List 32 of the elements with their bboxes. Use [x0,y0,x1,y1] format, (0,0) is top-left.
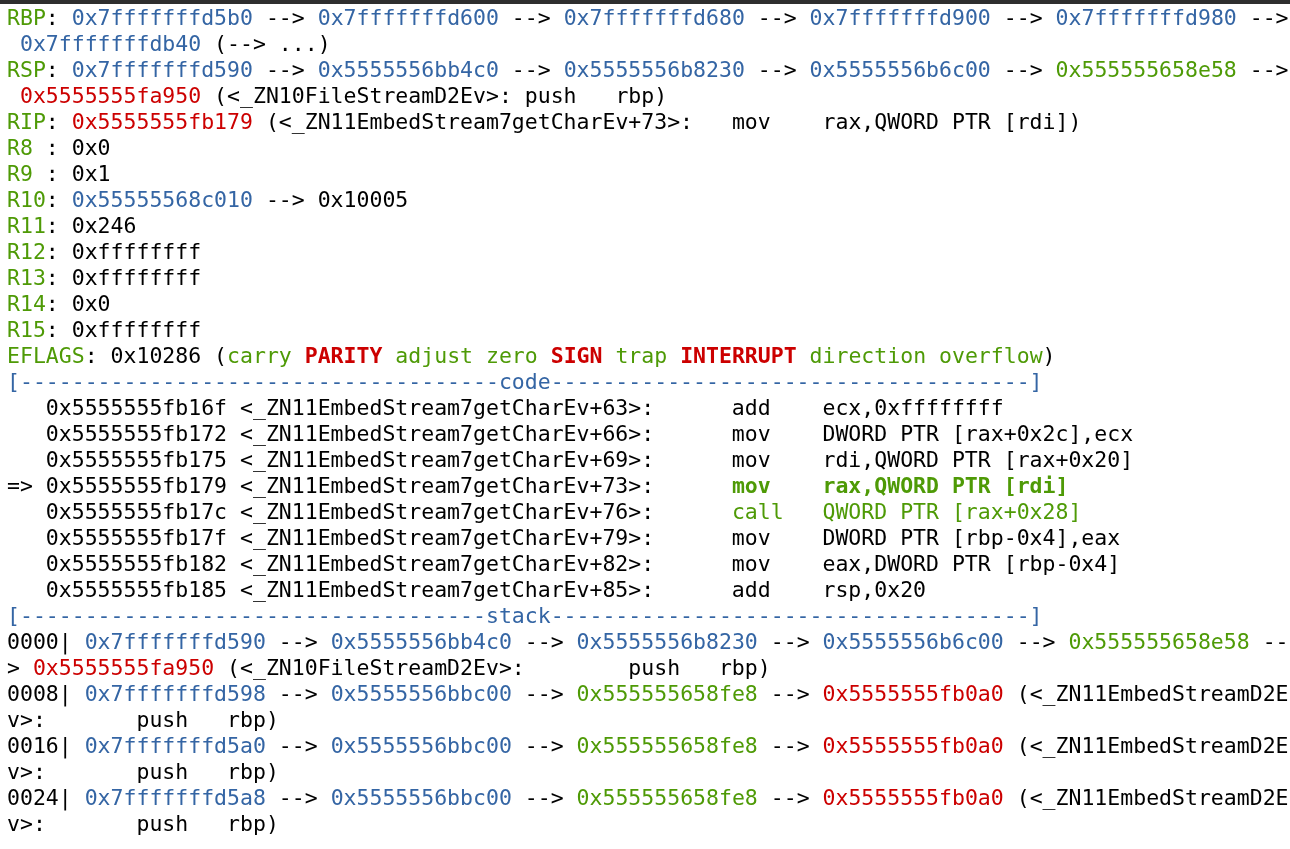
terminal-line: RIP: 0x5555555fb179 (<_ZN11EmbedStream7getCharEv+73>: mov rax,QWORD PTR [rdi]) [7,109,1082,135]
terminal-line: 0x5555555fb185 <_ZN11EmbedStream7getCharEv+85>: add rsp,0x20 [44,577,927,603]
terminal-line: R12: 0xffffffff [7,239,202,265]
terminal-line: 0x5555555fb175 <_ZN11EmbedStream7getCharEv+69>: mov rdi,QWORD PTR [rax+0x20] [44,447,1134,473]
terminal-line: v>: push rbp) [7,811,279,837]
terminal-line: R13: 0xffffffff [7,265,202,291]
terminal-line: 0016| 0x7fffffffd5a0 --> 0x5555556bbc00 --> 0x555555658fe8 --> 0x5555555fb0a0 (<_ZN11EmbedStreamD2E [7,733,1289,759]
terminal-line: 0x5555555fb16f <_ZN11EmbedStream7getCharEv+63>: add ecx,0xffffffff [44,395,1004,421]
terminal-line: R14: 0x0 [7,291,111,317]
terminal-line: => 0x5555555fb179 <_ZN11EmbedStream7getCharEv+73>: mov rax,QWORD PTR [rdi] [7,473,1069,499]
terminal-line: R10: 0x55555568c010 --> 0x10005 [7,187,409,213]
terminal-line: [-------------------------------------code-------------------------------------] [7,369,1043,395]
terminal-line: R8 : 0x0 [7,135,111,161]
terminal-line: RSP: 0x7fffffffd590 --> 0x5555556bb4c0 --> 0x5555556b8230 --> 0x5555556b6c00 --> 0x555555658e58 --> [7,57,1289,83]
terminal-line: v>: push rbp) [7,707,279,733]
terminal-line: RBP: 0x7fffffffd5b0 --> 0x7fffffffd600 --> 0x7fffffffd680 --> 0x7fffffffd900 --> 0x7fffffffd980 --> [7,5,1289,31]
terminal-line: 0008| 0x7fffffffd598 --> 0x5555556bbc00 --> 0x555555658fe8 --> 0x5555555fb0a0 (<_ZN11EmbedStreamD2E [7,681,1289,707]
terminal-line: > 0x5555555fa950 (<_ZN10FileStreamD2Ev>: push rbp) [7,655,771,681]
terminal-line: 0x5555555fb182 <_ZN11EmbedStream7getCharEv+82>: mov eax,DWORD PTR [rbp-0x4] [44,551,1121,577]
terminal-line: v>: push rbp) [7,759,279,785]
terminal-line: R9 : 0x1 [7,161,111,187]
terminal-line: R15: 0xffffffff [7,317,202,343]
terminal-line: 0x5555555fb172 <_ZN11EmbedStream7getCharEv+66>: mov DWORD PTR [rax+0x2c],ecx [44,421,1134,447]
terminal-line: 0000| 0x7fffffffd590 --> 0x5555556bb4c0 --> 0x5555556b8230 --> 0x5555556b6c00 --> 0x555555658e58 -- [7,629,1289,655]
terminal-line: EFLAGS: 0x10286 (carry PARITY adjust zero SIGN trap INTERRUPT direction overflow) [7,343,1056,369]
terminal-line: 0024| 0x7fffffffd5a8 --> 0x5555556bbc00 --> 0x555555658fe8 --> 0x5555555fb0a0 (<_ZN11EmbedStreamD2E [7,785,1289,811]
terminal-line: 0x5555555fa950 (<_ZN10FileStreamD2Ev>: push rbp) [18,83,668,109]
terminal-line: [------------------------------------stack-------------------------------------] [7,603,1043,629]
terminal-line: 0x7fffffffdb40 (--> ...) [18,31,331,57]
terminal-line: R11: 0x246 [7,213,137,239]
terminal-line: 0x5555555fb17f <_ZN11EmbedStream7getCharEv+79>: mov DWORD PTR [rbp-0x4],eax [44,525,1121,551]
terminal-line: 0x5555555fb17c <_ZN11EmbedStream7getCharEv+76>: call QWORD PTR [rax+0x28] [44,499,1082,525]
